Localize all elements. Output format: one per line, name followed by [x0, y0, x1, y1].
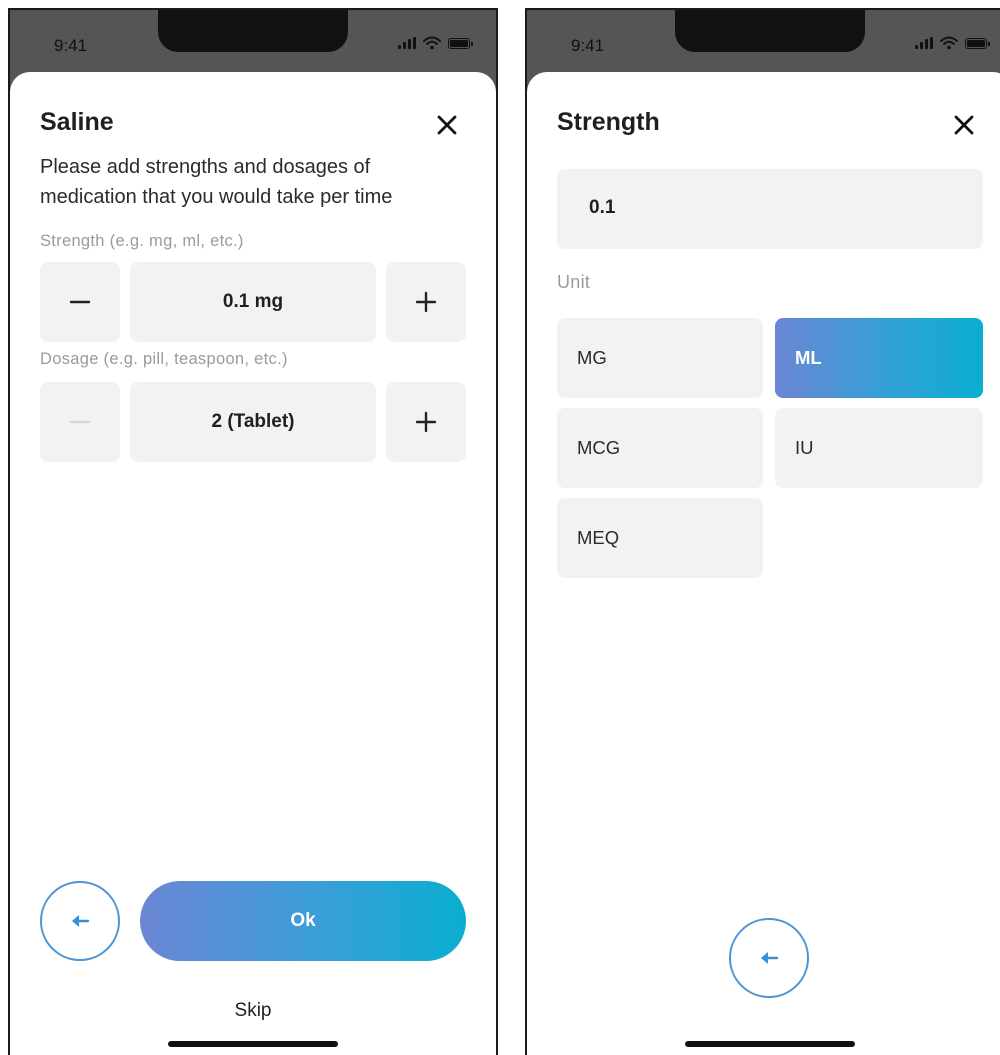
signal-icon [915, 37, 933, 49]
unit-option-label: ML [795, 347, 822, 368]
dosage-value[interactable]: 2 (Tablet) [130, 382, 376, 462]
status-icons [398, 36, 473, 50]
dosage-decrease-button[interactable] [40, 382, 120, 462]
status-time: 9:41 [54, 36, 88, 55]
dosage-value-text: 2 (Tablet) [211, 411, 295, 432]
signal-icon [398, 37, 416, 49]
close-icon [437, 115, 457, 135]
unit-option-meq[interactable]: MEQ [557, 498, 763, 578]
strength-increase-button[interactable] [386, 262, 466, 342]
dosage-label: Dosage (e.g. pill, teaspoon, etc.) [40, 350, 288, 368]
battery-icon [448, 37, 473, 49]
page-title: Saline [40, 108, 114, 136]
phone-screen-medication-dosage: 9:41 Saline Please add strengths and dos… [8, 8, 498, 1055]
minus-icon [69, 420, 91, 424]
close-icon [954, 115, 974, 135]
strength-decrease-button[interactable] [40, 262, 120, 342]
arrow-left-icon [761, 952, 779, 964]
unit-option-label: MG [577, 347, 607, 368]
unit-option-ml[interactable]: ML [775, 318, 983, 398]
status-bar: 9:41 [527, 10, 1000, 80]
strength-value-text: 0.1 mg [222, 291, 284, 312]
phone-screen-strength-unit: 9:41 Strength 0.1 Unit MG ML MCG IU MEQ [525, 8, 1000, 1055]
dosage-increase-button[interactable] [386, 382, 466, 462]
status-bar: 9:41 [10, 10, 496, 80]
strength-value[interactable]: 0.1 mg [130, 262, 376, 342]
home-indicator [168, 1041, 338, 1047]
unit-option-label: MEQ [577, 527, 620, 548]
plus-icon [415, 291, 437, 313]
back-button[interactable] [40, 881, 120, 961]
battery-icon [965, 37, 990, 49]
unit-option-mcg[interactable]: MCG [557, 408, 763, 488]
wifi-icon [423, 36, 441, 50]
notch [675, 10, 865, 52]
page-title: Strength [557, 108, 660, 136]
unit-option-label: IU [795, 437, 814, 458]
strength-input[interactable]: 0.1 [557, 169, 983, 249]
home-indicator [685, 1041, 855, 1047]
instructions-text: Please add strengths and dosages of medi… [40, 156, 393, 208]
minus-icon [69, 300, 91, 304]
ok-button[interactable]: Ok [140, 881, 466, 961]
close-button[interactable] [432, 110, 462, 140]
skip-link[interactable]: Skip [10, 1000, 496, 1022]
back-button[interactable] [729, 918, 809, 998]
wifi-icon [940, 36, 958, 50]
close-button[interactable] [949, 110, 979, 140]
unit-label: Unit [557, 272, 591, 292]
arrow-left-icon [72, 915, 90, 927]
strength-label: Strength (e.g. mg, ml, etc.) [40, 232, 244, 250]
unit-option-iu[interactable]: IU [775, 408, 983, 488]
notch [158, 10, 348, 52]
bottom-sheet: Strength 0.1 Unit MG ML MCG IU MEQ [527, 72, 1000, 1055]
unit-option-label: MCG [577, 437, 621, 458]
unit-option-mg[interactable]: MG [557, 318, 763, 398]
plus-icon [415, 411, 437, 433]
strength-input-value: 0.1 [589, 197, 616, 218]
bottom-sheet: Saline Please add strengths and dosages … [10, 72, 496, 1055]
status-icons [915, 36, 990, 50]
status-time: 9:41 [571, 36, 605, 55]
